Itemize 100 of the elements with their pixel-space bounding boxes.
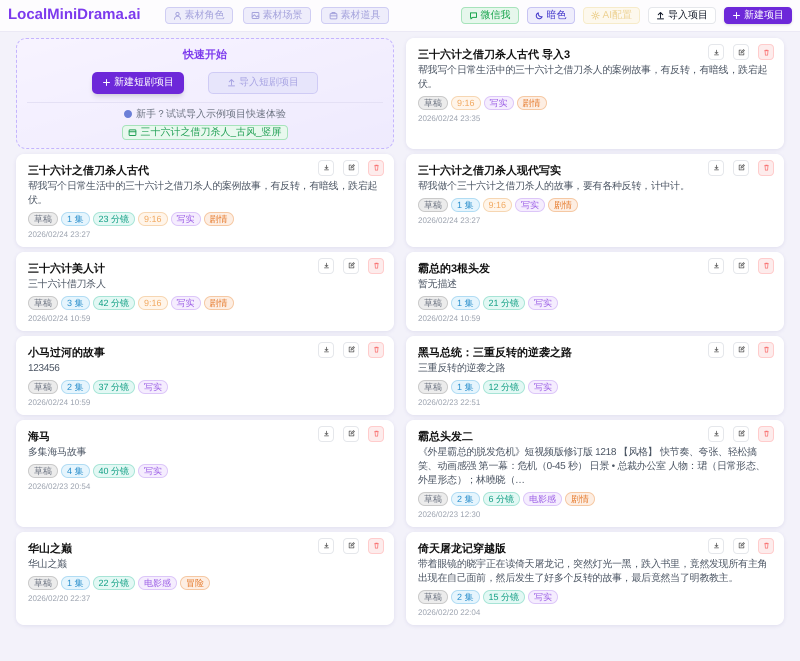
delete-button[interactable]: [758, 44, 774, 60]
project-tag: 草稿: [28, 380, 58, 394]
edit-icon: [738, 542, 744, 549]
edit-icon: [348, 164, 354, 171]
project-card[interactable]: 三十六计之借刀杀人古代 导入3 帮我写个日常生活中的三十六计之借刀杀人的案例故事，有反转，有暗线，跌宕起伏。 草稿 9:16 写实 剧情 2026/02/24 23:35: [406, 38, 784, 148]
delete-button[interactable]: [758, 258, 774, 274]
project-tag: 42 分镜: [92, 296, 136, 310]
delete-button[interactable]: [368, 160, 384, 176]
download-button[interactable]: [708, 426, 724, 442]
new-project-button[interactable]: 新建短剧项目: [92, 72, 184, 94]
edit-button[interactable]: [343, 426, 359, 442]
project-tag: 剧情: [565, 492, 596, 506]
header-button[interactable]: 导入项目: [648, 7, 716, 24]
edit-button[interactable]: [733, 44, 749, 60]
delete-button[interactable]: [368, 258, 384, 274]
box-icon: [328, 11, 338, 20]
project-title: 霸总的3根头发: [418, 262, 492, 276]
edit-button[interactable]: [343, 538, 359, 554]
trash-icon: [762, 346, 770, 353]
project-tag: 草稿: [28, 576, 58, 590]
trash-icon: [372, 164, 380, 171]
trash-icon: [372, 346, 380, 353]
project-tag: 剧情: [548, 198, 578, 212]
download-button[interactable]: [318, 258, 334, 274]
project-tag: 草稿: [28, 212, 58, 226]
project-tag: 21 分镜: [482, 296, 526, 310]
edit-button[interactable]: [733, 426, 749, 442]
header-button[interactable]: 暗色: [526, 7, 575, 24]
project-tag: 23 分镜: [92, 212, 136, 226]
download-button[interactable]: [708, 258, 724, 274]
project-title: 三十六计美人计: [28, 261, 106, 276]
project-card[interactable]: 三十六计美人计 三十六计借刀杀人 草稿 3 集 42 分镜 9:16 写实 剧情 2026/02/24 10:59: [16, 252, 394, 330]
download-icon: [712, 48, 720, 56]
delete-button[interactable]: [758, 342, 774, 358]
project-description: 《外星霸总的脱发危机》短视频版修订版 1218 【风格】 快节奏、夸张、轻松搞笑、动画感强 第一幕：危机（0-45 秒） 日景 • 总裁办公室 人物：珺（日常形态、外星形态）；林曉晓（…: [418, 446, 766, 488]
download-button[interactable]: [708, 44, 724, 60]
project-card[interactable]: 三十六计之借刀杀人现代写实 帮我做个三十六计之借刀杀人的故事，要有各种反转，计中计。 草稿 1 集 9:16 写实 剧情 2026/02/24 23:27: [406, 154, 784, 246]
edit-icon: [348, 262, 354, 269]
picture-icon: [250, 11, 260, 20]
quick-start-title: 快速开始: [183, 48, 227, 63]
project-tag: 草稿: [418, 198, 448, 212]
chat-icon: [468, 11, 478, 20]
delete-button[interactable]: [758, 538, 774, 554]
project-title: 华山之巅: [28, 542, 73, 556]
download-button[interactable]: [318, 426, 334, 442]
edit-button[interactable]: [343, 342, 359, 358]
project-card[interactable]: 三十六计之借刀杀人古代 帮我写个日常生活中的三十六计之借刀杀人的案例故事，有反转，有暗线，跌宕起伏。 草稿 1 集 23 分镜 9:16 写实 剧情 2026/02/24 23:27: [16, 154, 394, 246]
project-tag: 剧情: [516, 96, 547, 110]
edit-button[interactable]: [733, 538, 749, 554]
project-tag: 写实: [170, 296, 201, 310]
download-button[interactable]: [318, 160, 334, 176]
project-card[interactable]: 倚天屠龙记穿越版 带着眼镜的晓宇正在读倚天屠龙记，突然灯光一黑，跌入书里，竟然发现所有主角出现在自己面前，然后发生了好多个反转的故事，最后竟然当了明教教主。 草稿 2 集 15 分镜 写实 2026/02/20 22:04: [406, 532, 784, 624]
delete-button[interactable]: [758, 426, 774, 442]
project-card[interactable]: 霸总头发二 《外星霸总的脱发危机》短视频版修订版 1218 【风格】 快节奏、夸张、轻松搞笑、动画感强 第一幕：危机（0-45 秒） 日景 • 总裁办公室 人物：珺（日常形态、外星形态）；林曉晓（… 草稿 2 集 6 分镜 电影感 剧情 2026/02/23 12:30: [406, 420, 784, 526]
delete-button[interactable]: [368, 426, 384, 442]
app-logo: LocalMiniDrama.ai: [8, 5, 141, 26]
project-date: 2026/02/23 20:54: [28, 482, 92, 492]
project-card[interactable]: 华山之巅 华山之巅 草稿 1 集 22 分镜 电影感 冒险 2026/02/20 22:37: [16, 532, 394, 624]
download-button[interactable]: [708, 538, 724, 554]
project-date: 2026/02/24 23:27: [28, 230, 92, 240]
download-icon: [712, 430, 720, 437]
edit-button[interactable]: [733, 342, 749, 358]
delete-button[interactable]: [368, 538, 384, 554]
edit-icon: [738, 430, 744, 437]
download-button[interactable]: [708, 160, 724, 176]
project-tag: 电影感: [523, 492, 562, 506]
project-card[interactable]: 海马 多集海马故事 草稿 4 集 40 分镜 写实 2026/02/23 20:54: [16, 420, 394, 526]
download-icon: [712, 262, 720, 269]
project-description: 三重反转的逆袭之路: [418, 362, 506, 376]
project-date: 2026/02/24 10:59: [28, 314, 92, 324]
project-tag: 22 分镜: [92, 576, 136, 590]
upload-icon: [656, 11, 665, 20]
project-card[interactable]: 黑马总统：三重反转的逆袭之路 三重反转的逆袭之路 草稿 1 集 12 分镜 写实 2026/02/23 22:51: [406, 336, 784, 414]
project-tag: 9:16: [482, 198, 512, 212]
edit-button[interactable]: [733, 258, 749, 274]
project-tag: 剧情: [204, 296, 234, 310]
project-card[interactable]: 小马过河的故事 123456 草稿 2 集 37 分镜 写实 2026/02/24 10:59: [16, 336, 394, 414]
download-button[interactable]: [318, 538, 334, 554]
edit-button[interactable]: [343, 258, 359, 274]
trash-icon: [372, 430, 380, 437]
edit-button[interactable]: [343, 160, 359, 176]
project-tag: 1 集: [451, 296, 480, 310]
project-tag: 电影感: [138, 576, 178, 590]
trash-icon: [762, 164, 770, 171]
delete-button[interactable]: [368, 342, 384, 358]
project-tag: 15 分镜: [482, 590, 526, 604]
header-button[interactable]: 新建项目: [724, 7, 792, 24]
project-tag: 4 集: [61, 464, 90, 478]
edit-icon: [348, 430, 354, 437]
project-tag: 9:16: [138, 212, 168, 226]
project-tag: 写实: [528, 380, 558, 394]
project-tag: 剧情: [204, 212, 234, 226]
project-card[interactable]: 霸总的3根头发 暂无描述 草稿 1 集 21 分镜 写实 2026/02/24 10:59: [406, 252, 784, 330]
edit-button[interactable]: [733, 160, 749, 176]
delete-button[interactable]: [758, 160, 774, 176]
project-tag: 12 分镜: [482, 380, 526, 394]
project-tag: 写实: [528, 590, 558, 604]
download-button[interactable]: [318, 342, 334, 358]
download-icon: [712, 542, 720, 549]
download-button[interactable]: [708, 342, 724, 358]
